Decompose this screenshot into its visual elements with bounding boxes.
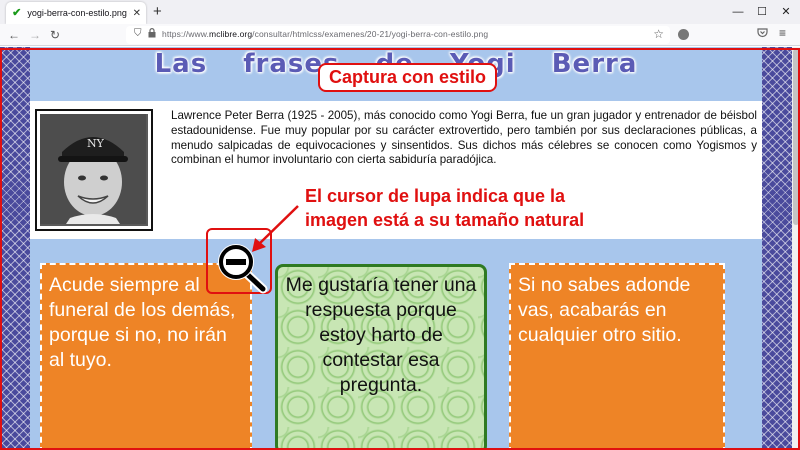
capture-label: Captura con estilo <box>318 63 498 92</box>
tab-title: yogi-berra-con-estilo.png (Ima <box>27 8 129 18</box>
tab-strip: ✔ yogi-berra-con-estilo.png (Ima ✕ + — ☐… <box>0 0 800 24</box>
forward-button[interactable]: → <box>28 26 42 44</box>
cursor-annotation-line-1: El cursor de lupa indica que la <box>305 186 566 206</box>
back-button[interactable]: ← <box>7 26 21 44</box>
pocket-icon[interactable] <box>757 27 768 41</box>
lock-icon[interactable] <box>148 28 156 40</box>
scrollbar[interactable] <box>792 47 800 450</box>
checkmark-favicon-icon: ✔ <box>12 7 22 19</box>
tab-active[interactable]: ✔ yogi-berra-con-estilo.png (Ima ✕ <box>6 2 146 24</box>
minimize-button[interactable]: — <box>730 3 746 21</box>
cursor-annotation-line-2: imagen está a su tamaño natural <box>305 210 585 230</box>
url-text[interactable]: https://www.mclibre.org/consultar/htmlcs… <box>162 29 488 39</box>
menu-icon[interactable]: ≡ <box>779 26 786 40</box>
maximize-button[interactable]: ☐ <box>754 3 770 21</box>
close-window-button[interactable]: ✕ <box>778 3 794 21</box>
new-tab-button[interactable]: + <box>153 3 162 21</box>
portrait-frame: NY <box>35 109 153 231</box>
quote-box-3: Si no sabes adonde vas, acabarás en cual… <box>509 263 725 450</box>
navigation-toolbar: ← → ↻ ⛉ https://www.mclibre.org/consulta… <box>0 24 800 46</box>
yogi-berra-portrait: NY <box>40 114 148 226</box>
page-content: Las frases de Yogi Berra NY <box>30 47 762 450</box>
account-icon[interactable] <box>678 29 689 40</box>
url-bar[interactable]: ⛉ https://www.mclibre.org/consultar/html… <box>126 26 670 44</box>
scrollbar-thumb[interactable] <box>793 49 799 225</box>
cursor-highlight-box <box>206 228 272 294</box>
tab-close-icon[interactable]: ✕ <box>133 8 141 19</box>
reload-button[interactable]: ↻ <box>48 26 62 44</box>
quote-box-2: Me gustaría tener una respuesta porque e… <box>275 264 487 450</box>
left-pattern-border <box>0 47 30 450</box>
bookmark-star-icon[interactable]: ☆ <box>653 27 664 41</box>
page-viewport: Las frases de Yogi Berra NY <box>0 47 800 450</box>
shield-icon[interactable]: ⛉ <box>134 28 142 39</box>
bio-text: Lawrence Peter Berra (1925 - 2005), más … <box>171 109 757 167</box>
svg-text:NY: NY <box>87 137 105 150</box>
cursor-annotation: El cursor de lupa indica que la imagen e… <box>305 184 584 232</box>
